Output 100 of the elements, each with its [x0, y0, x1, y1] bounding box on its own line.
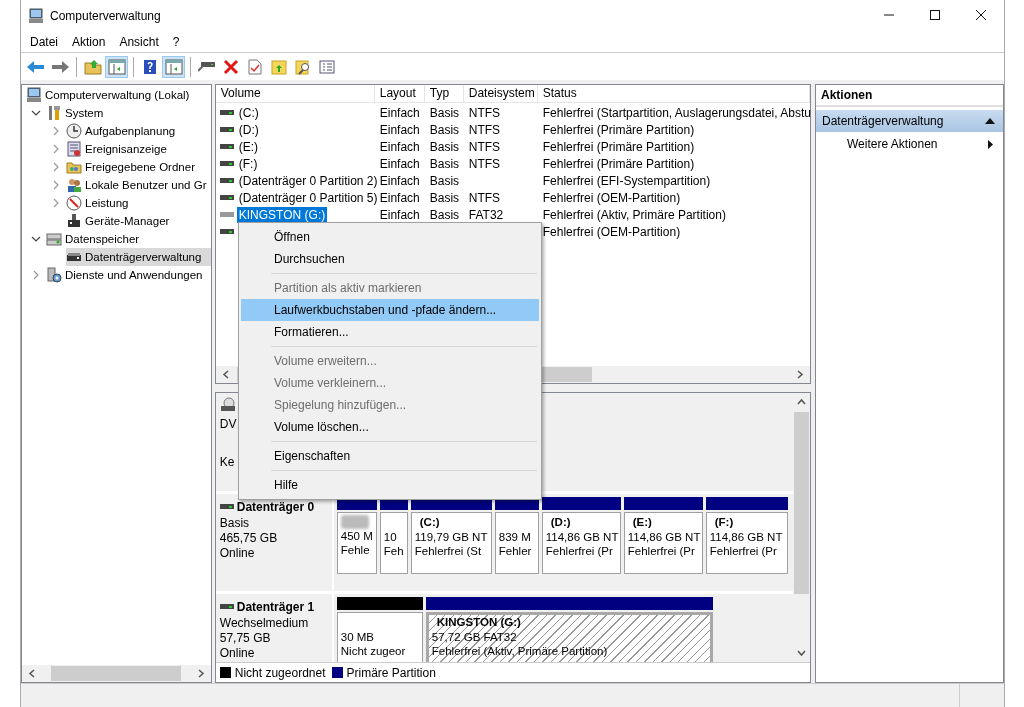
table-cell: Fehlerfrei (Primäre Partition)	[541, 156, 695, 171]
disk-info: Ke	[219, 455, 235, 470]
table-cell: Basis	[428, 156, 460, 171]
column-header[interactable]: Status	[537, 85, 810, 103]
partition-box[interactable]: KINGSTON (G:) 57,72 GB FAT32 Fehlerfrei (Aktiv, Primäre Partition)	[425, 612, 713, 662]
partition-status: Fehle	[340, 543, 371, 557]
tree-item[interactable]: Lokale Benutzer und Gr	[66, 176, 209, 194]
tree-item[interactable]: Dienste und Anwendungen	[46, 266, 205, 284]
tree-item[interactable]: Leistung	[66, 194, 131, 212]
disk-info: DV	[219, 417, 237, 432]
table-cell: Basis	[428, 139, 460, 154]
tree-item[interactable]: Computerverwaltung (Lokal)	[26, 86, 192, 104]
table-cell: Einfach	[378, 105, 420, 120]
table-cell: Einfach	[378, 156, 420, 171]
menu-item[interactable]: Formatieren...	[241, 321, 539, 343]
table-cell: Einfach	[378, 207, 420, 222]
partition-size: 30 MB	[340, 630, 375, 644]
column-header[interactable]: Typ	[424, 85, 464, 103]
menu-item[interactable]: Eigenschaften	[241, 445, 539, 467]
legend-label: Primäre Partition	[346, 665, 436, 680]
legend-label: Nicht zugeordnet	[234, 665, 326, 680]
menu-item[interactable]: Laufwerkbuchstaben und -pfade ändern...	[241, 299, 539, 321]
disk-name: Datenträger 0	[236, 500, 315, 514]
table-cell: Fehlerfrei (OEM-Partition)	[541, 190, 681, 205]
partition-size: 114,86 GB NT	[709, 530, 784, 544]
table-cell: Fehlerfrei (Aktiv, Primäre Partition)	[541, 207, 726, 222]
table-cell: Fehlerfrei (Primäre Partition)	[541, 122, 695, 137]
table-cell: NTFS	[467, 139, 501, 154]
table-cell: NTFS	[467, 156, 501, 171]
menu-item[interactable]: Aktion	[66, 35, 112, 49]
tree-item[interactable]: Geräte-Manager	[66, 212, 172, 230]
column-header[interactable]: Layout	[374, 85, 425, 103]
partition-box[interactable]: (F:) 114,86 GB NT Fehlerfrei (Pr	[705, 512, 788, 574]
table-cell: NTFS	[467, 122, 501, 137]
partition-status: Fehlerfrei (Pr	[709, 544, 778, 558]
menu-item[interactable]: Durchsuchen	[241, 248, 539, 270]
partition-size: 57,72 GB FAT32	[431, 630, 518, 644]
partition-title: KINGSTON (G:)	[435, 615, 522, 630]
window-title: Computerverwaltung	[50, 9, 161, 23]
disk-info: Online	[219, 646, 255, 661]
table-cell[interactable]: KINGSTON (G:)	[236, 206, 328, 223]
column-header[interactable]: Volume	[215, 85, 375, 103]
partition-status: Fehlerfrei (St	[414, 544, 483, 558]
tree-item[interactable]: Aufgabenplanung	[66, 122, 178, 140]
partition-status: Fehlerfrei (Pr	[627, 544, 696, 558]
partition-size: 119,79 GB NT	[414, 530, 488, 544]
table-cell: Fehlerfrei (Primäre Partition)	[541, 139, 695, 154]
table-cell: Basis	[428, 105, 460, 120]
table-cell: Einfach	[378, 173, 420, 188]
partition-size: 114,86 GB NT	[627, 530, 699, 544]
partition-title: (E:)	[631, 515, 653, 530]
partition-status: Nicht zugeor	[340, 644, 407, 658]
actions-section[interactable]: Datenträgerverwaltung	[816, 110, 1003, 132]
menu-item[interactable]: ?	[166, 35, 186, 49]
partition-box[interactable]: 839 M Fehler	[494, 512, 539, 574]
partition-box[interactable]: 450 M Fehle	[336, 512, 377, 574]
partition-size: 114,86 GB NT	[545, 530, 617, 544]
partition-size: 10	[383, 530, 398, 544]
disk-info: Wechselmedium	[219, 616, 309, 631]
table-cell[interactable]: (Datenträger 0 Partition 5)	[236, 189, 380, 206]
menu-item[interactable]: Datei	[24, 35, 64, 49]
table-cell[interactable]: (F:)	[236, 155, 260, 172]
partition-status: Fehlerfrei (Aktiv, Primäre Partition)	[431, 644, 609, 658]
menu-item[interactable]: Ansicht	[113, 35, 165, 49]
partition-title: (D:)	[549, 515, 572, 530]
table-cell: Einfach	[378, 190, 420, 205]
action-label: Weitere Aktionen	[847, 137, 938, 151]
menu-item[interactable]: Öffnen	[241, 226, 539, 248]
tree-item[interactable]: System	[46, 104, 106, 122]
menu-item[interactable]: Hilfe	[241, 474, 539, 496]
tree-item[interactable]: Datenträgerverwaltung	[66, 248, 211, 266]
column-header[interactable]: Dateisystem	[463, 85, 538, 103]
table-cell[interactable]: (C:)	[236, 104, 261, 121]
table-cell[interactable]: (E:)	[236, 138, 261, 155]
action-link[interactable]: Weitere Aktionen	[816, 132, 1003, 156]
table-cell: Basis	[428, 173, 460, 188]
table-cell: Einfach	[378, 139, 420, 154]
disk-info: Online	[219, 546, 255, 561]
table-cell: Fehlerfrei (Startpartition, Auslagerungsdatei, Abstu	[541, 105, 811, 120]
partition-box[interactable]: (E:) 114,86 GB NT Fehlerfrei (Pr	[623, 512, 703, 574]
table-cell[interactable]: (Datenträger 0 Partition 2)	[236, 172, 380, 189]
table-cell: Basis	[428, 190, 460, 205]
partition-title: (C:)	[418, 515, 441, 530]
table-cell[interactable]: (D:)	[236, 121, 261, 138]
menu-item[interactable]: Volume löschen...	[241, 416, 539, 438]
table-cell: NTFS	[467, 105, 501, 120]
disk-info: 465,75 GB	[219, 531, 278, 546]
table-cell: Basis	[428, 207, 460, 222]
table-cell: Fehlerfrei (OEM-Partition)	[541, 224, 681, 239]
partition-status: Fehler	[498, 544, 533, 558]
partition-box[interactable]: (C:) 119,79 GB NT Fehlerfrei (St	[410, 512, 492, 574]
tree-item[interactable]: Ereignisanzeige	[66, 140, 169, 158]
partition-box[interactable]: (D:) 114,86 GB NT Fehlerfrei (Pr	[541, 512, 621, 574]
table-cell: NTFS	[467, 190, 501, 205]
partition-title: (F:)	[713, 515, 735, 530]
partition-box[interactable]: 30 MB Nicht zugeor	[336, 612, 423, 662]
table-cell: Einfach	[378, 122, 420, 137]
partition-box[interactable]: 10 Feh	[379, 512, 408, 574]
tree-item[interactable]: Freigegebene Ordner	[66, 158, 197, 176]
tree-item[interactable]: Datenspeicher	[46, 230, 142, 248]
